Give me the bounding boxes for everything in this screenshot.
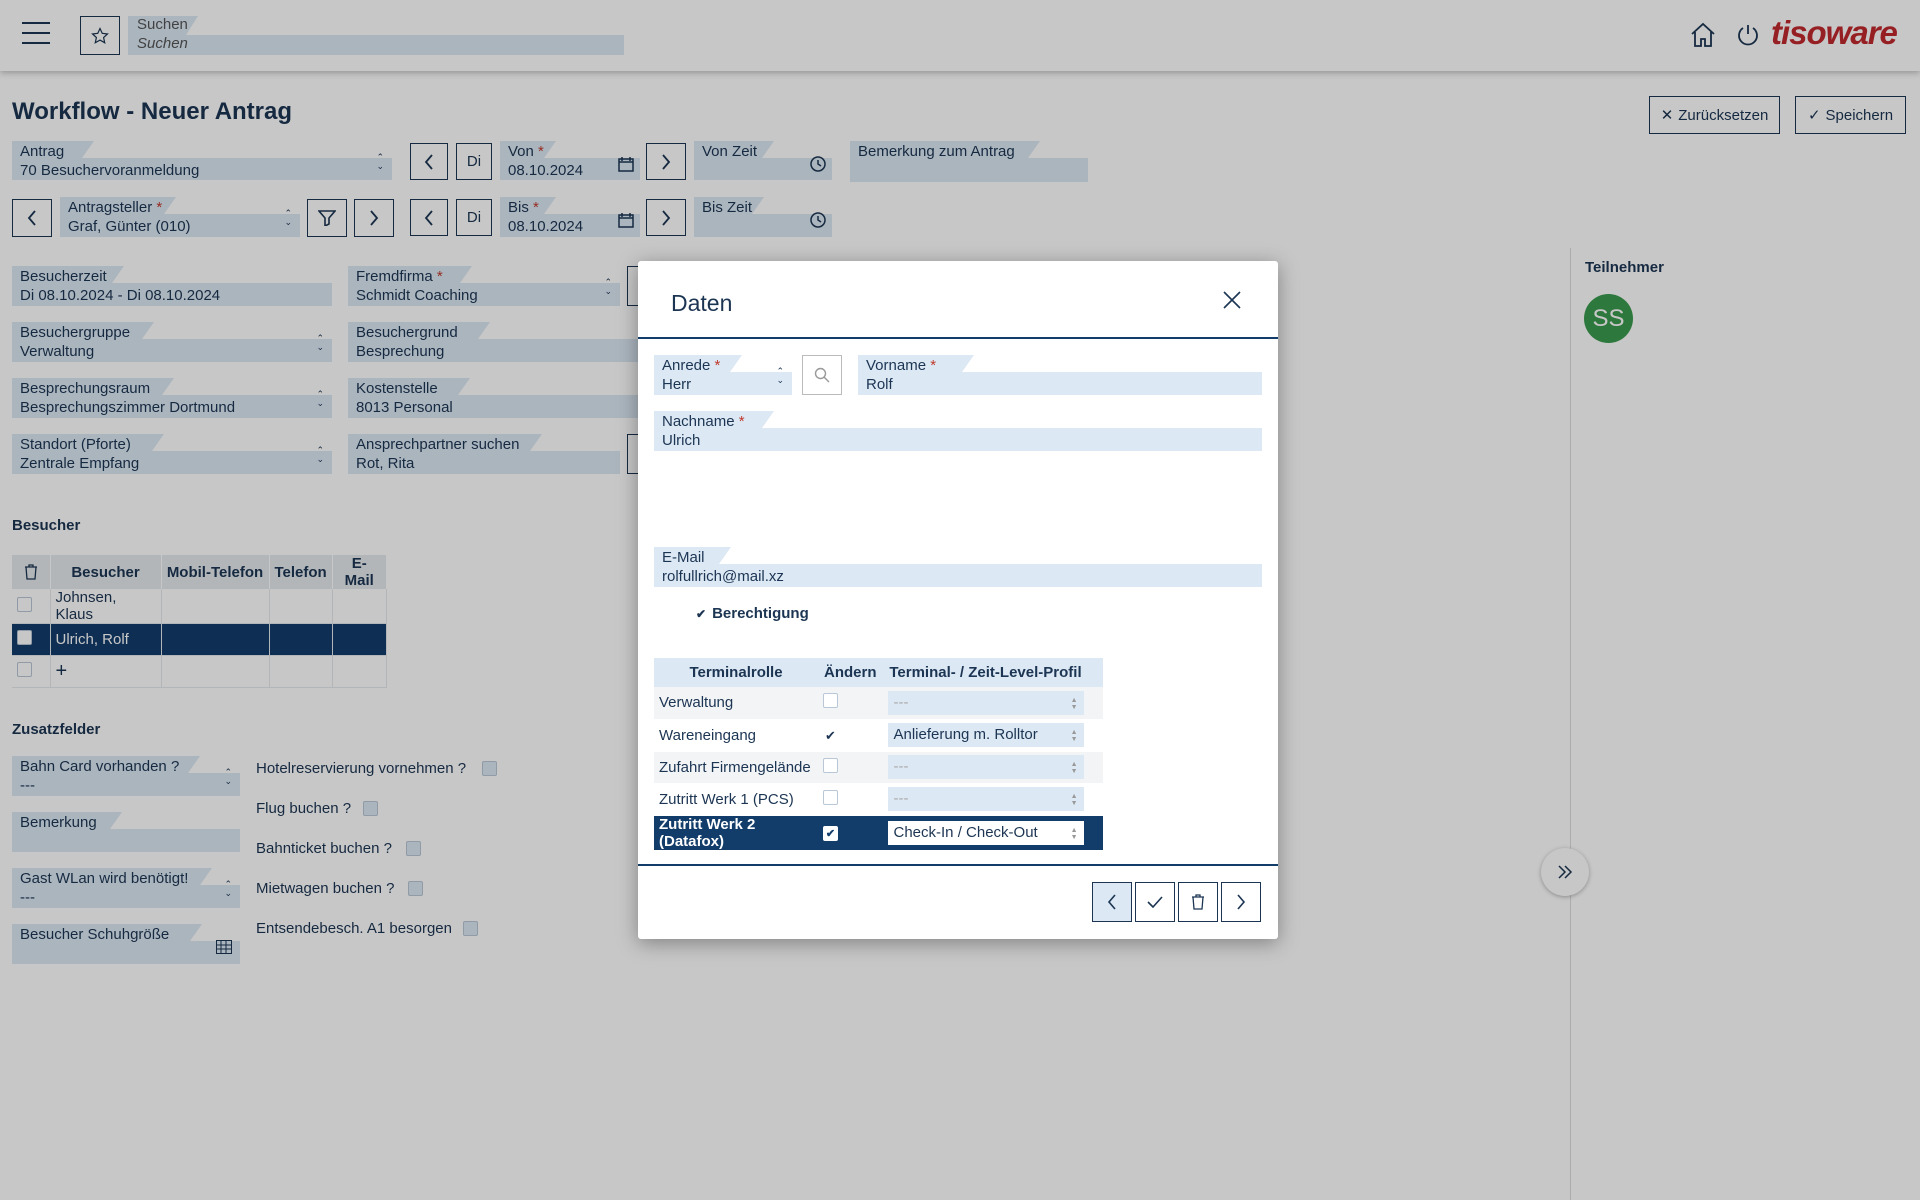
terminal-roles-table: Terminalrolle Ändern Terminal- / Zeit-Le… [654,658,1103,851]
spinner-icon: ▲ ▼ [1070,761,1078,775]
table-row-selected[interactable]: Zutritt Werk 2 (Datafox) ✔ Check-In / Ch… [654,815,1103,851]
spinner-icon: ▲ ▼ [1070,696,1078,711]
profile-select[interactable]: Anlieferung m. Rolltor ▲ ▼ [887,723,1084,747]
table-row[interactable]: Zufahrt Firmengelände --- ▲ ▼ [654,751,1103,784]
divider [638,337,1278,339]
column-header[interactable]: Ändern [818,658,883,687]
trash-icon [1192,894,1204,910]
column-header[interactable]: Terminalrolle [654,658,818,687]
checkmark-icon[interactable]: ✔ [823,728,836,743]
checkmark-icon: ✔ [696,606,707,621]
role-name: Zufahrt Firmengelände [654,751,818,784]
vorname-input[interactable]: Vorname * Rolf [858,355,1262,395]
daten-dialog: Daten Anrede * Herr ⌃ ⌄ Vorname * Rolf Na… [638,261,1278,939]
table-row[interactable]: Wareneingang ✔ Anlieferung m. Rolltor ▲ ▼ [654,719,1103,752]
previous-record-button[interactable] [1092,882,1132,922]
spinner-icon: ▲ ▼ [1070,729,1078,743]
role-name: Wareneingang [654,719,818,752]
profile-select[interactable]: --- ▲ ▼ [887,787,1084,811]
dialog-title: Daten [671,290,733,316]
close-dialog-button[interactable] [1222,290,1244,312]
divider [638,864,1278,866]
table-row[interactable]: Zutritt Werk 1 (PCS) --- ▲ ▼ [654,783,1103,816]
aendern-checkbox[interactable] [823,789,838,805]
spinner-icon: ⌃ ⌄ [776,366,784,385]
search-icon [814,367,830,383]
spinner-icon: ▲ ▼ [1070,793,1078,807]
role-name: Verwaltung [654,687,818,720]
profile-select[interactable]: Check-In / Check-Out ▲ ▼ [887,820,1084,845]
role-name: Zutritt Werk 1 (PCS) [654,783,818,816]
next-record-button[interactable] [1221,882,1261,922]
aendern-checkbox[interactable] [823,757,838,773]
aendern-checkbox[interactable] [823,693,838,709]
delete-button[interactable] [1178,882,1218,922]
nachname-input[interactable]: Nachname * Ulrich [654,411,1262,451]
role-name: Zutritt Werk 2 (Datafox) [654,815,818,851]
chevron-right-icon [1237,894,1246,910]
table-row[interactable]: Verwaltung --- ▲ ▼ [654,687,1103,720]
berechtigung-toggle[interactable]: ✔ Berechtigung [696,605,809,622]
aendern-checkbox-checked[interactable]: ✔ [823,826,838,841]
anrede-select[interactable]: Anrede * Herr ⌃ ⌄ [654,355,792,395]
spinner-icon: ▲ ▼ [1070,826,1078,841]
close-icon [1223,291,1241,309]
confirm-button[interactable] [1135,882,1175,922]
search-person-button[interactable] [802,355,842,395]
column-header[interactable]: Terminal- / Zeit-Level-Profil [882,658,1089,687]
email-field[interactable]: E-Mail rolfullrich@mail.xz [654,547,1262,587]
profile-select[interactable]: --- ▲ ▼ [887,690,1084,715]
profile-select[interactable]: --- ▲ ▼ [887,755,1084,779]
chevron-left-icon [1107,894,1116,910]
check-icon [1147,896,1163,908]
